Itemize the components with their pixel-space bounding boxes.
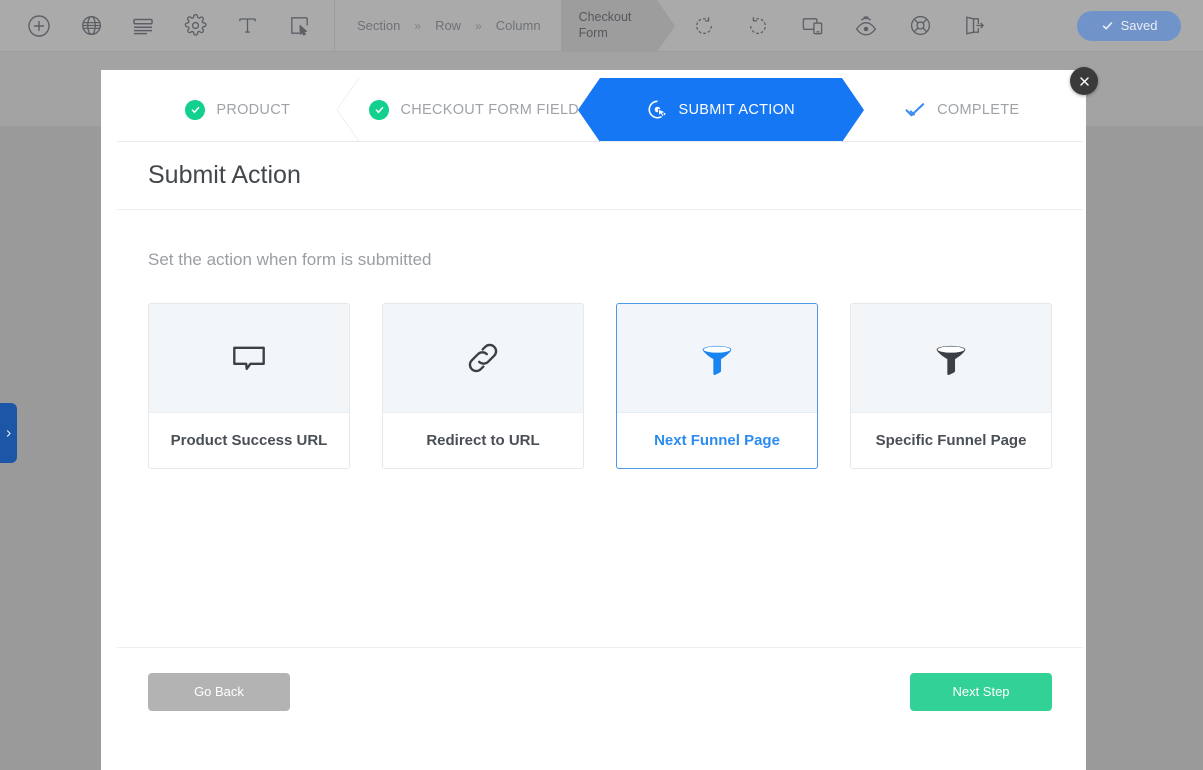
saved-button[interactable]: Saved bbox=[1077, 10, 1181, 41]
next-step-button[interactable]: Next Step bbox=[910, 672, 1052, 711]
wizard-steps: PRODUCT CHECKOUT FORM FIELDS SUBMIT ACTI… bbox=[117, 78, 1083, 142]
option-card-specific-funnel-page[interactable]: Specific Funnel Page bbox=[850, 303, 1052, 469]
option-card-label: Specific Funnel Page bbox=[851, 412, 1051, 468]
click-target-icon bbox=[647, 99, 668, 120]
top-toolbar: Section » Row » Column Checkout Form Sav… bbox=[0, 0, 1203, 52]
undo-icon[interactable] bbox=[687, 9, 721, 43]
breadcrumb: Section » Row » Column Checkout Form bbox=[335, 0, 676, 52]
wizard-step-product[interactable]: PRODUCT bbox=[117, 78, 359, 141]
preview-eye-icon[interactable] bbox=[849, 9, 883, 43]
breadcrumb-item-column[interactable]: Column bbox=[496, 18, 541, 33]
option-card-product-success-url[interactable]: Product Success URL bbox=[148, 303, 350, 469]
modal-footer: Go Back Next Step bbox=[117, 647, 1083, 735]
modal-subtitle: Set the action when form is submitted bbox=[148, 250, 432, 269]
exit-icon[interactable] bbox=[957, 9, 991, 43]
check-icon bbox=[1102, 21, 1112, 30]
check-circle-icon bbox=[185, 99, 206, 120]
breadcrumb-item-row[interactable]: Row bbox=[435, 18, 461, 33]
toolbar-icon-group bbox=[0, 9, 316, 43]
breadcrumb-active-line2: Form bbox=[578, 25, 608, 40]
page-title: Submit Action bbox=[148, 161, 301, 189]
text-icon[interactable] bbox=[230, 9, 264, 43]
option-card-label: Next Funnel Page bbox=[617, 412, 817, 468]
go-back-button[interactable]: Go Back bbox=[148, 672, 290, 711]
submit-action-modal: PRODUCT CHECKOUT FORM FIELDS SUBMIT ACTI… bbox=[117, 78, 1083, 735]
close-icon[interactable] bbox=[1070, 67, 1098, 95]
wizard-step-label: SUBMIT ACTION bbox=[678, 101, 795, 118]
submit-action-options: Product Success URL Redirect to URL Next… bbox=[148, 303, 1052, 469]
wizard-step-label: CHECKOUT FORM FIELDS bbox=[400, 101, 590, 118]
option-card-next-funnel-page[interactable]: Next Funnel Page bbox=[616, 303, 818, 469]
help-lifebuoy-icon[interactable] bbox=[903, 9, 937, 43]
select-region-icon[interactable] bbox=[282, 9, 316, 43]
option-card-label: Redirect to URL bbox=[383, 412, 583, 468]
wizard-step-complete[interactable]: COMPLETE bbox=[841, 78, 1083, 141]
add-icon[interactable] bbox=[22, 9, 56, 43]
saved-button-label: Saved bbox=[1120, 18, 1158, 33]
link-chain-icon bbox=[383, 304, 583, 412]
option-card-redirect-to-url[interactable]: Redirect to URL bbox=[382, 303, 584, 469]
rows-icon[interactable] bbox=[126, 9, 160, 43]
breadcrumb-active-line1: Checkout bbox=[578, 9, 632, 24]
speech-bubble-icon bbox=[149, 304, 349, 412]
modal-body: Set the action when form is submitted Pr… bbox=[117, 210, 1083, 647]
gear-icon[interactable] bbox=[178, 9, 212, 43]
breadcrumb-separator: » bbox=[414, 18, 422, 33]
chevron-right-icon bbox=[6, 429, 11, 437]
check-icon bbox=[905, 101, 926, 119]
check-circle-icon bbox=[369, 99, 390, 120]
breadcrumb-item-checkout-form[interactable]: Checkout Form bbox=[560, 0, 676, 52]
breadcrumb-separator: » bbox=[475, 18, 482, 33]
modal-title-bar: Submit Action bbox=[117, 142, 1083, 210]
wizard-step-label: PRODUCT bbox=[216, 101, 291, 118]
wizard-step-label: COMPLETE bbox=[937, 101, 1020, 118]
redo-icon[interactable] bbox=[741, 9, 775, 43]
breadcrumb-item-section[interactable]: Section bbox=[357, 18, 400, 33]
toolbar-right-icon-group bbox=[687, 9, 991, 43]
funnel-icon bbox=[851, 304, 1051, 412]
globe-icon[interactable] bbox=[74, 9, 108, 43]
funnel-icon bbox=[617, 304, 817, 412]
responsive-icon[interactable] bbox=[795, 9, 829, 43]
wizard-step-submit-action[interactable]: SUBMIT ACTION bbox=[578, 78, 863, 142]
wizard-step-checkout-form-fields[interactable]: CHECKOUT FORM FIELDS bbox=[358, 78, 600, 141]
option-card-label: Product Success URL bbox=[149, 412, 349, 468]
left-panel-handle[interactable] bbox=[0, 403, 17, 463]
